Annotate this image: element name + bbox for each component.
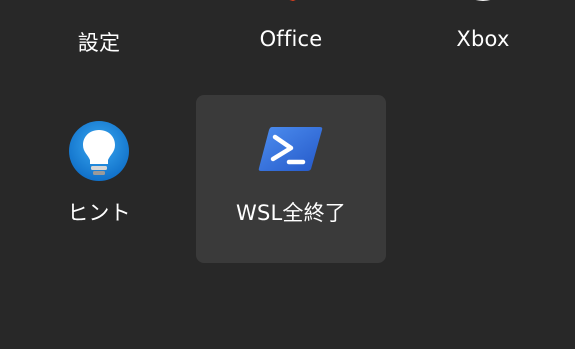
xbox-icon bbox=[458, 0, 508, 6]
app-label-xbox: Xbox bbox=[456, 27, 510, 51]
settings-gear-icon bbox=[77, 0, 121, 5]
app-tile-xbox[interactable]: Xbox bbox=[388, 0, 575, 58]
app-tile-settings[interactable]: 設定 bbox=[4, 0, 194, 58]
app-grid: 設定 Office Xbox ヒント WSL全終了 bbox=[0, 0, 575, 349]
app-label-wsl-shutdown: WSL全終了 bbox=[236, 201, 346, 225]
app-label-settings: 設定 bbox=[77, 31, 121, 55]
tips-lightbulb-icon bbox=[68, 119, 130, 187]
office-icon bbox=[263, 0, 319, 6]
app-label-office: Office bbox=[259, 27, 323, 51]
app-tile-wsl-shutdown[interactable]: WSL全終了 bbox=[196, 95, 386, 263]
app-tile-tips[interactable]: ヒント bbox=[4, 95, 194, 263]
app-tile-office[interactable]: Office bbox=[196, 0, 386, 58]
app-label-tips: ヒント bbox=[67, 201, 131, 225]
powershell-icon bbox=[258, 125, 324, 177]
